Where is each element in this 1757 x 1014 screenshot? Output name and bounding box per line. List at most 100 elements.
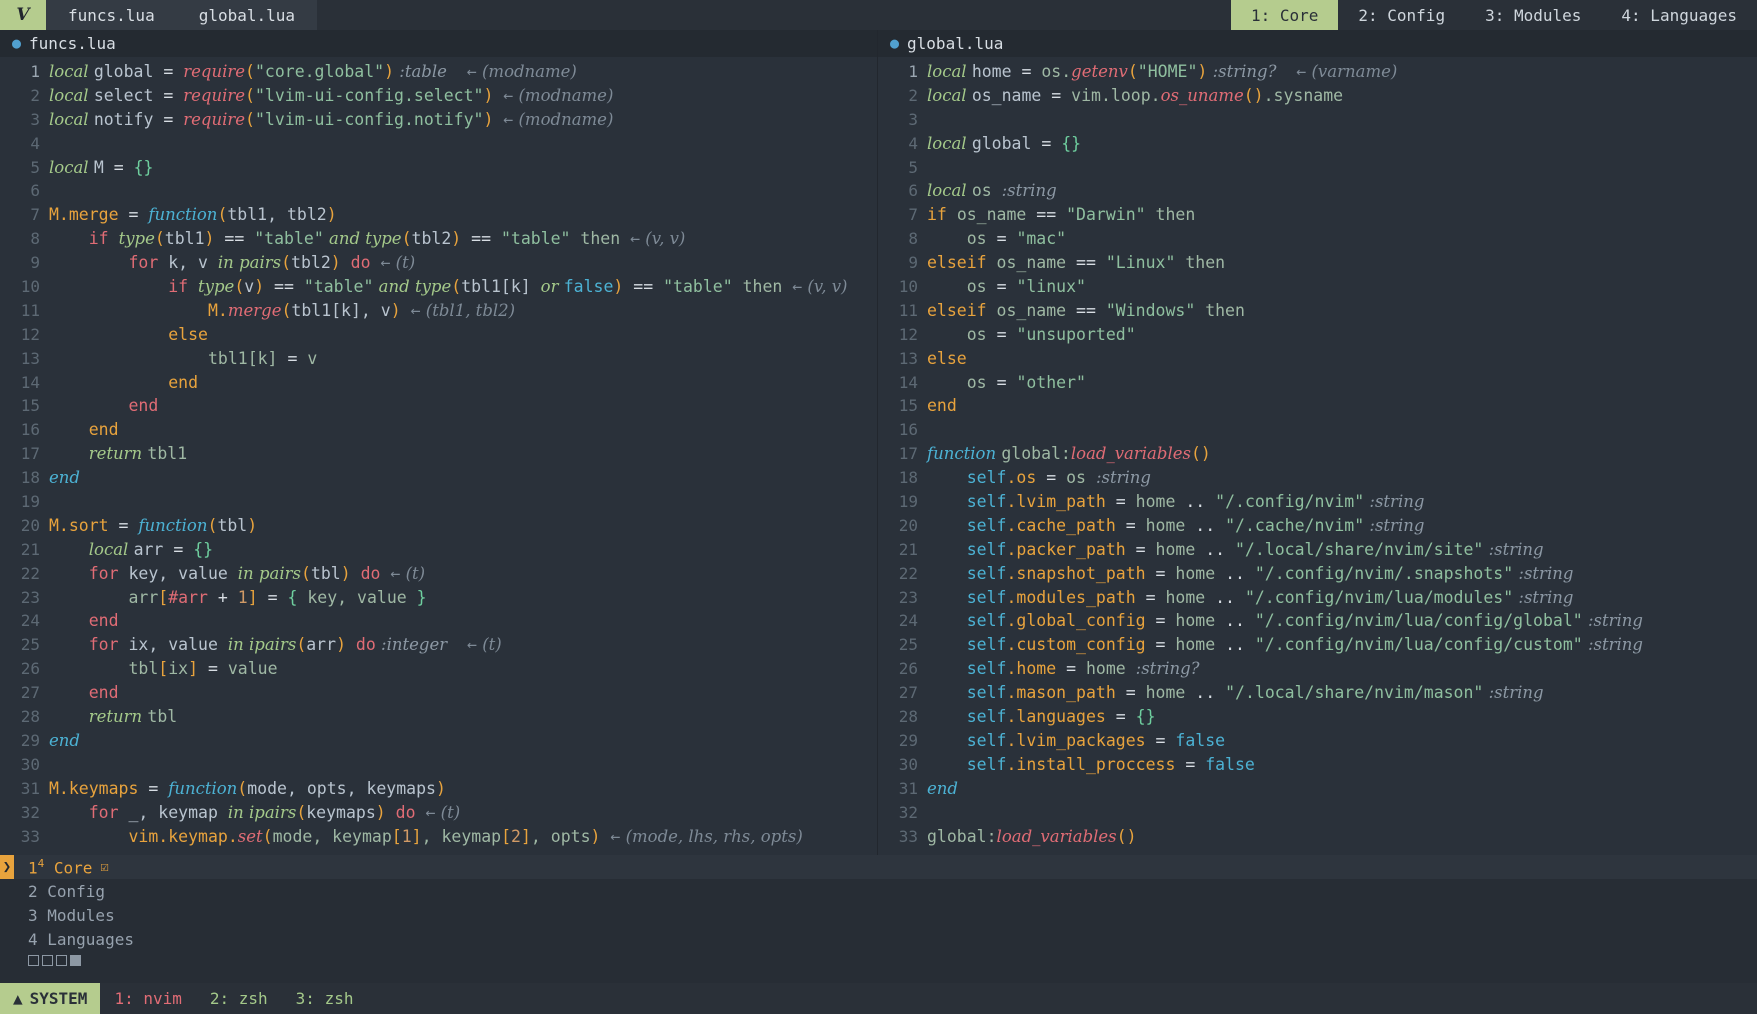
code-token: global <box>93 62 164 81</box>
code-line[interactable]: 9 for k, v in pairs(tbl2) do ← (t) <box>0 251 877 275</box>
code-line[interactable]: 15 end <box>0 394 877 418</box>
code-line[interactable]: 30 self.install_proccess = false <box>878 753 1757 777</box>
code-line[interactable]: 22 for key, value in pairs(tbl) do ← (t) <box>0 562 877 586</box>
code-line[interactable]: 21 self.packer_path = home .. "/.local/s… <box>878 538 1757 562</box>
code-line[interactable]: 13 tbl1[k] = v <box>0 347 877 371</box>
code-token: elseif <box>927 253 997 273</box>
code-line[interactable]: 19 self.lvim_path = home .. "/.config/nv… <box>878 490 1757 514</box>
code-line[interactable]: 20 M.sort = function(tbl) <box>0 514 877 538</box>
tab-config[interactable]: 2: Config <box>1338 0 1466 30</box>
code-line[interactable]: 6 local os :string <box>878 179 1757 203</box>
editor-pane-left[interactable]: ● funcs.lua 1 local global = require("cor… <box>0 30 878 855</box>
line-number: 21 <box>20 539 40 559</box>
code-line[interactable]: 33 vim.keymap.set(mode, keymap[1], keyma… <box>0 825 877 849</box>
code-line[interactable]: 32 for _, keymap in ipairs(keymaps) do ←… <box>0 801 877 825</box>
code-line[interactable]: 26 tbl[ix] = value <box>0 657 877 681</box>
code-line[interactable]: 27 self.mason_path = home .. "/.local/sh… <box>878 681 1757 705</box>
code-line[interactable]: 22 self.snapshot_path = home .. "/.confi… <box>878 562 1757 586</box>
bottom-panel-item-modules[interactable]: 3 Modules <box>0 903 1757 927</box>
code-line[interactable]: 24 self.global_config = home .. "/.confi… <box>878 609 1757 633</box>
bottom-panel-item-core[interactable]: ❯ 14 Core ☑ <box>0 855 1757 879</box>
code-token: self <box>966 611 1007 631</box>
bottom-panel-item-languages[interactable]: 4 Languages <box>0 927 1757 951</box>
code-line[interactable]: 23 arr[#arr + 1] = { key, value } <box>0 586 877 610</box>
editor-pane-right[interactable]: ● global.lua 1 local home = os.getenv("HO… <box>878 30 1757 855</box>
code-line[interactable]: 24 end <box>0 609 877 633</box>
code-line[interactable]: 27 end <box>0 681 877 705</box>
buffer-tab-global[interactable]: global.lua <box>176 0 318 30</box>
code-token: local <box>49 109 94 129</box>
bottom-panel-list[interactable]: ❯ 14 Core ☑ 2 Config 3 Modules 4 Languages <box>0 855 1757 951</box>
code-line[interactable]: 16 end <box>0 418 877 442</box>
code-line[interactable]: 29 end <box>0 729 877 753</box>
code-line[interactable]: 14 os = "other" <box>878 371 1757 395</box>
code-line[interactable]: 15 end <box>878 394 1757 418</box>
status-item-nvim[interactable]: 1: nvim <box>100 983 195 1014</box>
code-line[interactable]: 30 <box>0 753 877 777</box>
code-line[interactable]: 3 <box>878 108 1757 132</box>
code-text: arr[#arr + 1] = { key, value } <box>49 586 426 610</box>
code-line[interactable]: 1 local home = os.getenv("HOME") :string?… <box>878 60 1757 84</box>
status-item-zsh-2[interactable]: 2: zsh <box>196 983 282 1014</box>
code-line[interactable]: 25 self.custom_config = home .. "/.confi… <box>878 633 1757 657</box>
code-line[interactable]: 26 self.home = home :string? <box>878 657 1757 681</box>
code-line[interactable]: 23 self.modules_path = home .. "/.config… <box>878 586 1757 610</box>
code-line[interactable]: 5 <box>878 156 1757 180</box>
code-line[interactable]: 33 global:load_variables() <box>878 825 1757 849</box>
tabline-spacer <box>317 0 1231 30</box>
tab-languages[interactable]: 4: Languages <box>1601 0 1757 30</box>
code-text: return tbl1 <box>49 442 187 466</box>
checkbox-checked-icon[interactable]: ☑ <box>100 859 108 875</box>
code-line[interactable]: 31 end <box>878 777 1757 801</box>
code-lines-left[interactable]: 1 local global = require("core.global") :… <box>0 57 877 855</box>
code-line[interactable]: 12 else <box>0 323 877 347</box>
code-line[interactable]: 1 local global = require("core.global") :… <box>0 60 877 84</box>
system-indicator[interactable]: ▲ SYSTEM <box>0 983 101 1014</box>
code-line[interactable]: 18 end <box>0 466 877 490</box>
code-line[interactable]: 25 for ix, value in ipairs(arr) do :inte… <box>0 633 877 657</box>
code-line[interactable]: 7 if os_name == "Darwin" then <box>878 203 1757 227</box>
code-line[interactable]: 5 local M = {} <box>0 156 877 180</box>
code-line[interactable]: 17 return tbl1 <box>0 442 877 466</box>
code-line[interactable]: 14 end <box>0 371 877 395</box>
bottom-panel-item-config[interactable]: 2 Config <box>0 879 1757 903</box>
code-line[interactable]: 7 M.merge = function(tbl1, tbl2) <box>0 203 877 227</box>
code-line[interactable]: 4 local global = {} <box>878 132 1757 156</box>
code-line[interactable]: 28 self.languages = {} <box>878 705 1757 729</box>
code-line[interactable]: 2 local os_name = vim.loop.os_uname().sys… <box>878 84 1757 108</box>
code-line[interactable]: 3 local notify = require("lvim-ui-config.… <box>0 108 877 132</box>
code-line[interactable]: 28 return tbl <box>0 705 877 729</box>
buffer-tab-funcs[interactable]: funcs.lua <box>46 0 177 30</box>
code-line[interactable]: 10 os = "linux" <box>878 275 1757 299</box>
code-line[interactable]: 8 os = "mac" <box>878 227 1757 251</box>
code-line[interactable]: 11 M.merge(tbl1[k], v) ← (tbl1, tbl2) <box>0 299 877 323</box>
code-line[interactable]: 10 if type(v) == "table" and type(tbl1[k… <box>0 275 877 299</box>
code-line[interactable]: 21 local arr = {} <box>0 538 877 562</box>
code-line[interactable]: 12 os = "unsuported" <box>878 323 1757 347</box>
bottom-panel[interactable]: ❯ 14 Core ☑ 2 Config 3 Modules 4 Languages <box>0 855 1757 983</box>
code-lines-right[interactable]: 1 local home = os.getenv("HOME") :string?… <box>878 57 1757 855</box>
code-line[interactable]: 4 <box>0 132 877 156</box>
code-line[interactable]: 32 <box>878 801 1757 825</box>
tab-modules[interactable]: 3: Modules <box>1465 0 1602 30</box>
code-line[interactable]: 31 M.keymaps = function(mode, opts, keyma… <box>0 777 877 801</box>
code-line[interactable]: 19 <box>0 490 877 514</box>
code-line[interactable]: 17 function global:load_variables() <box>878 442 1757 466</box>
code-line[interactable]: 2 local select = require("lvim-ui-config.… <box>0 84 877 108</box>
tab-core[interactable]: 1: Core <box>1230 0 1339 30</box>
code-line[interactable]: 8 if type(tbl1) == "table" and type(tbl2… <box>0 227 877 251</box>
code-token: merge <box>227 300 282 320</box>
code-text: self.home = home :string? <box>927 657 1200 681</box>
code-line[interactable]: 11 elseif os_name == "Windows" then <box>878 299 1757 323</box>
code-line[interactable]: 20 self.cache_path = home .. "/.cache/nv… <box>878 514 1757 538</box>
code-line[interactable]: 16 <box>878 418 1757 442</box>
code-line[interactable]: 9 elseif os_name == "Linux" then <box>878 251 1757 275</box>
code-line[interactable]: 6 <box>0 179 877 203</box>
code-line[interactable]: 18 self.os = os :string <box>878 466 1757 490</box>
line-number: 10 <box>20 277 40 297</box>
code-line[interactable]: 13 else <box>878 347 1757 371</box>
code-token: {} <box>1135 707 1156 727</box>
code-line[interactable]: 29 self.lvim_packages = false <box>878 729 1757 753</box>
status-item-zsh-3[interactable]: 3: zsh <box>282 983 368 1014</box>
